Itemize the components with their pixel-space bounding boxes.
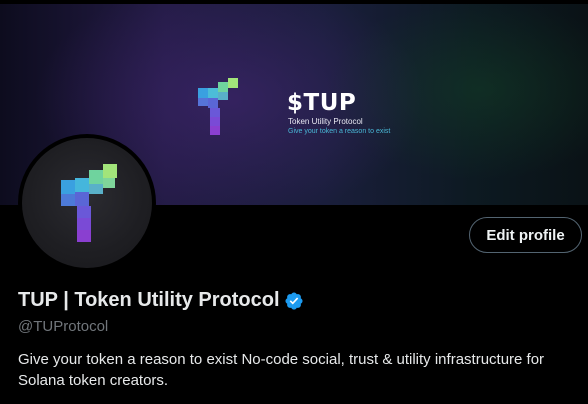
verified-badge-icon[interactable] [284,291,304,311]
avatar-image [22,138,152,268]
name-row: TUP | Token Utility Protocol [18,289,304,312]
profile-handle: @TUProtocol [18,318,109,335]
edit-profile-button[interactable]: Edit profile [469,217,582,253]
banner-ticker: $TUP [287,90,357,116]
display-name: TUP | Token Utility Protocol [18,289,280,311]
profile-page: $TUP Token Utility Protocol Give your to… [0,0,588,404]
profile-bio: Give your token a reason to exist No-cod… [18,351,545,389]
avatar[interactable] [18,134,156,272]
banner-tagline: Give your token a reason to exist [288,128,391,135]
tup-cube-logo-icon [198,78,238,135]
banner-project-name: Token Utility Protocol [288,117,363,126]
tup-cube-logo-icon [61,164,117,242]
